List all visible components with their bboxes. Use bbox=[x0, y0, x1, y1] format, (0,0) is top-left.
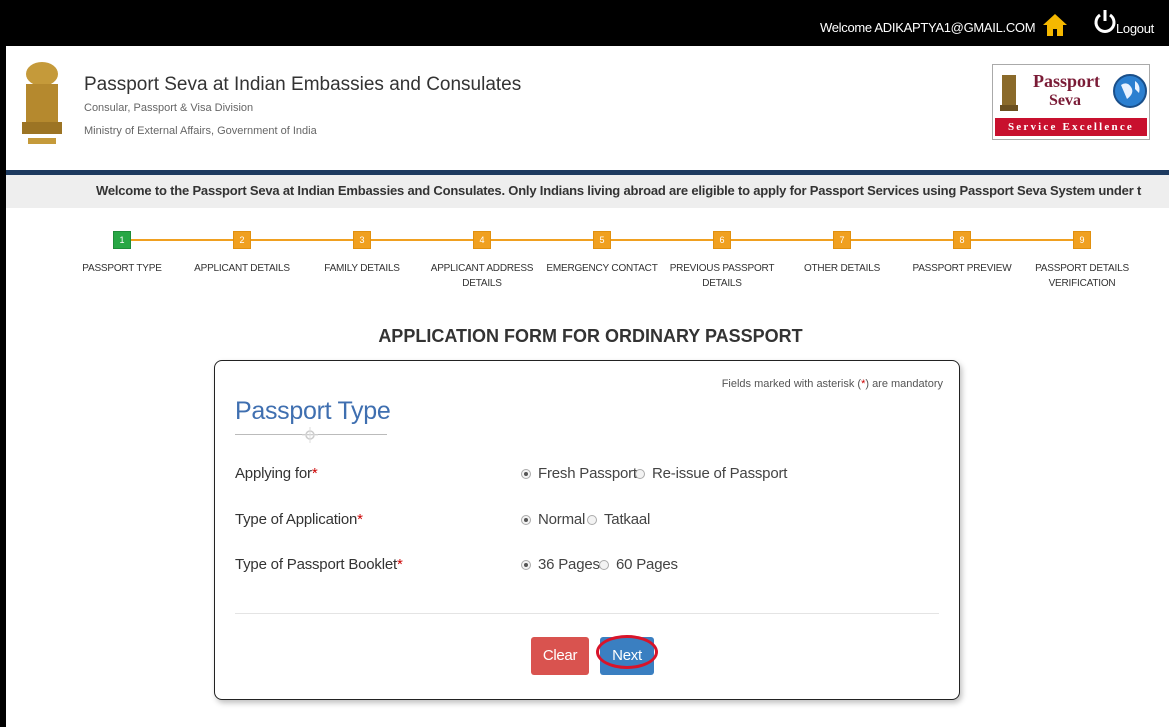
step-number-badge: 2 bbox=[233, 231, 251, 249]
radio-option[interactable]: Normal bbox=[521, 511, 585, 528]
step-label: OTHER DETAILS bbox=[803, 263, 881, 274]
passport-type-card: Fields marked with asterisk (*) are mand… bbox=[214, 360, 960, 700]
site-header: Passport Seva at Indian Embassies and Co… bbox=[6, 46, 1169, 172]
globe-icon bbox=[1113, 74, 1147, 108]
card-divider bbox=[235, 613, 939, 614]
field-label: Type of Application* bbox=[235, 511, 363, 528]
radio-button[interactable] bbox=[521, 514, 531, 525]
site-subtitle-division: Consular, Passport & Visa Division bbox=[84, 102, 254, 114]
flourish-icon bbox=[302, 427, 318, 443]
section-title: Passport Type bbox=[235, 397, 391, 425]
power-icon[interactable] bbox=[1093, 8, 1117, 34]
step-number-badge: 4 bbox=[473, 231, 491, 249]
progress-stepper: 1 PASSPORT TYPE 2 APPLICANT DETAILS 3 FAMILY … bbox=[6, 222, 1169, 302]
radio-label: Normal bbox=[538, 511, 586, 528]
home-icon[interactable] bbox=[1042, 12, 1068, 38]
passport-seva-logo: Passport Seva Service Excellence bbox=[992, 64, 1150, 140]
emblem-small-icon bbox=[1000, 75, 1018, 111]
site-subtitle-ministry: Ministry of External Affairs, Government… bbox=[84, 125, 317, 137]
logout-link[interactable]: Logout bbox=[1116, 21, 1154, 36]
radio-button[interactable] bbox=[521, 559, 531, 570]
top-bar: Welcome ADIKAPTYA1@GMAIL.COM Logout bbox=[6, 0, 1169, 46]
radio-option[interactable]: 60 Pages bbox=[599, 556, 678, 573]
step-number-badge: 8 bbox=[953, 231, 971, 249]
step-number-badge: 3 bbox=[353, 231, 371, 249]
step-label: PREVIOUS PASSPORT DETAILS bbox=[669, 263, 775, 289]
next-button[interactable]: Next bbox=[600, 637, 654, 675]
field-label: Applying for* bbox=[235, 465, 318, 482]
page: Welcome ADIKAPTYA1@GMAIL.COM Logout Pass… bbox=[6, 0, 1169, 727]
national-emblem-icon bbox=[22, 62, 62, 144]
step-label: APPLICANT DETAILS bbox=[194, 263, 290, 274]
radio-option[interactable]: 36 Pages bbox=[521, 556, 600, 573]
radio-button[interactable] bbox=[521, 468, 531, 479]
radio-option[interactable]: Re-issue of Passport bbox=[635, 465, 787, 482]
step-label: FAMILY DETAILS bbox=[324, 263, 400, 274]
radio-button[interactable] bbox=[587, 514, 597, 525]
clear-button[interactable]: Clear bbox=[531, 637, 589, 675]
radio-button[interactable] bbox=[635, 468, 645, 479]
radio-button[interactable] bbox=[599, 559, 609, 570]
radio-label: Tatkaal bbox=[604, 511, 651, 528]
step-label: APPLICANT ADDRESS DETAILS bbox=[430, 263, 534, 289]
announcement-marquee: Welcome to the Passport Seva at Indian E… bbox=[6, 175, 1169, 208]
step-number-badge: 6 bbox=[713, 231, 731, 249]
announcement-text: Welcome to the Passport Seva at Indian E… bbox=[96, 183, 1142, 198]
radio-option[interactable]: Fresh Passport bbox=[521, 465, 637, 482]
step-number-badge: 7 bbox=[833, 231, 851, 249]
step-label: PASSPORT PREVIEW bbox=[912, 263, 1012, 274]
step-number-badge: 9 bbox=[1073, 231, 1091, 249]
site-title: Passport Seva at Indian Embassies and Co… bbox=[84, 74, 522, 95]
radio-option[interactable]: Tatkaal bbox=[587, 511, 650, 528]
mandatory-note: Fields marked with asterisk (*) are mand… bbox=[721, 378, 943, 390]
radio-label: Fresh Passport bbox=[538, 465, 637, 482]
step-label: PASSPORT DETAILS VERIFICATION bbox=[1035, 263, 1129, 289]
form-title: APPLICATION FORM FOR ORDINARY PASSPORT bbox=[378, 326, 803, 346]
field-label: Type of Passport Booklet* bbox=[235, 556, 403, 573]
radio-label: 60 Pages bbox=[616, 556, 678, 573]
step-number-badge: 5 bbox=[593, 231, 611, 249]
radio-label: Re-issue of Passport bbox=[652, 465, 788, 482]
welcome-text: Welcome ADIKAPTYA1@GMAIL.COM bbox=[820, 20, 1036, 35]
step-label: PASSPORT TYPE bbox=[82, 263, 162, 274]
radio-label: 36 Pages bbox=[538, 556, 600, 573]
step-label: EMERGENCY CONTACT bbox=[546, 263, 658, 274]
step-number-badge: 1 bbox=[113, 231, 131, 249]
